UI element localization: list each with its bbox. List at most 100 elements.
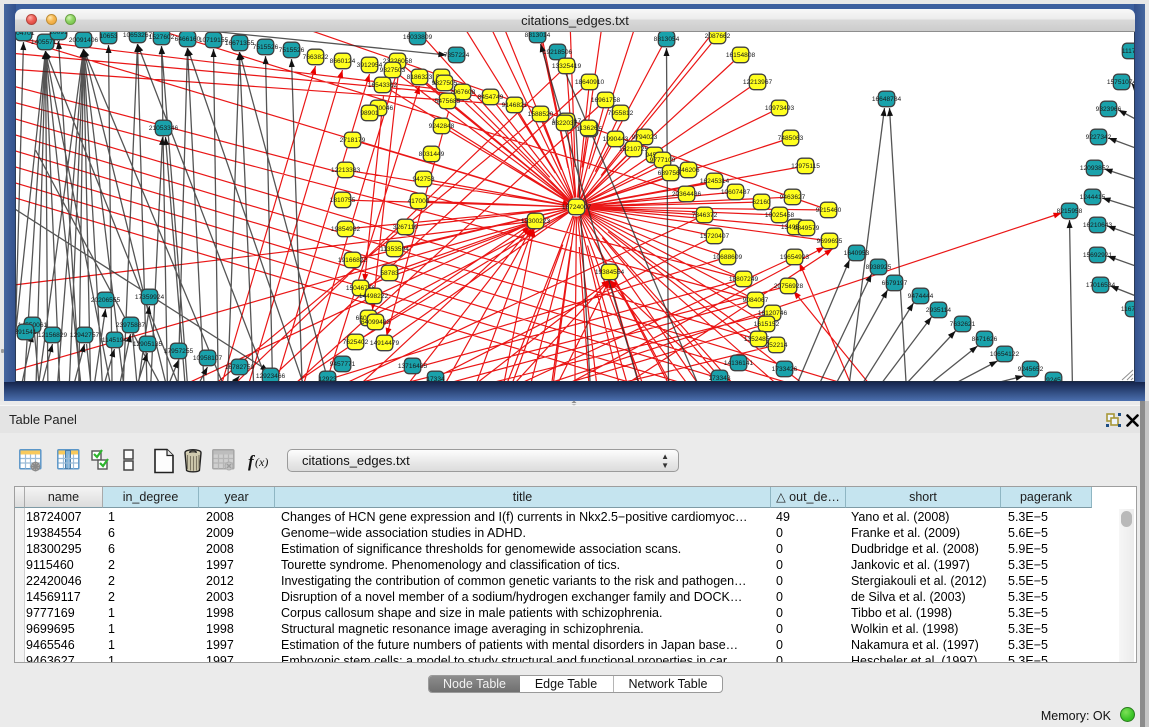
svg-text:21053346: 21053346: [149, 125, 179, 132]
svg-text:12905135: 12905135: [133, 341, 163, 348]
svg-text:173343: 173343: [708, 375, 730, 382]
svg-text:746206: 746206: [677, 167, 699, 174]
svg-text:20206555: 20206555: [91, 297, 121, 304]
svg-text:9245: 9245: [1046, 377, 1061, 382]
svg-text:11173: 11173: [1122, 48, 1135, 55]
svg-text:64099483: 64099483: [361, 319, 391, 326]
svg-text:6679197: 6679197: [882, 280, 908, 287]
svg-text:1615152: 1615152: [754, 321, 780, 328]
svg-text:8322037: 8322037: [552, 120, 578, 127]
svg-text:9794023: 9794023: [632, 134, 658, 141]
svg-text:1990443: 1990443: [603, 136, 629, 143]
svg-text:98901: 98901: [360, 110, 379, 117]
svg-text:10025458: 10025458: [765, 212, 795, 219]
svg-text:16543362: 16543362: [368, 82, 398, 89]
svg-text:(x): (x): [255, 455, 268, 469]
svg-text:9323966: 9323966: [1096, 106, 1122, 113]
svg-text:11353594: 11353594: [380, 246, 409, 253]
svg-text:19218506: 19218506: [543, 49, 573, 56]
svg-text:9699695: 9699695: [817, 238, 843, 245]
svg-text:1588520: 1588520: [528, 111, 554, 118]
svg-text:16648784: 16648784: [872, 96, 902, 103]
svg-text:19384554: 19384554: [595, 269, 625, 276]
svg-text:1810755: 1810755: [330, 197, 356, 204]
svg-text:16210643: 16210643: [1083, 222, 1113, 229]
svg-text:12156829: 12156829: [38, 332, 68, 339]
svg-text:12923466: 12923466: [256, 373, 286, 380]
svg-text:20091406: 20091406: [69, 37, 99, 44]
svg-text:2718179: 2718179: [340, 137, 366, 144]
svg-text:7346372: 7346372: [692, 212, 718, 219]
svg-text:18640910: 18640910: [575, 79, 605, 86]
svg-text:13626: 13626: [579, 125, 598, 132]
svg-text:20091: 20091: [49, 32, 68, 36]
svg-text:16245314: 16245314: [700, 178, 730, 185]
svg-text:15692921: 15692921: [1083, 252, 1113, 259]
svg-text:18807249: 18807249: [729, 276, 759, 283]
svg-text:9242848: 9242848: [429, 123, 455, 130]
svg-text:10654122: 10654122: [990, 351, 1020, 358]
svg-text:19166822: 19166822: [338, 257, 368, 264]
svg-text:1527602: 1527602: [149, 34, 175, 41]
svg-text:16033809: 16033809: [403, 34, 433, 41]
svg-text:10973493: 10973493: [765, 105, 795, 112]
svg-text:9474444: 9474444: [908, 293, 934, 300]
svg-text:391541: 391541: [16, 329, 37, 336]
svg-text:10688609: 10688609: [713, 254, 743, 261]
svg-text:18724007: 18724007: [562, 204, 592, 211]
svg-text:16671355: 16671355: [225, 40, 255, 47]
svg-text:942753: 942753: [412, 176, 434, 183]
svg-text:7357224: 7357224: [444, 52, 470, 59]
svg-text:6466160: 6466160: [175, 36, 201, 43]
svg-text:7515526: 7515526: [279, 47, 305, 54]
svg-text:1244415: 1244415: [1080, 194, 1106, 201]
svg-text:8813054: 8813054: [654, 36, 680, 43]
svg-text:7955812: 7955812: [608, 110, 634, 117]
svg-text:19854982: 19854982: [331, 226, 361, 233]
svg-text:62160: 62160: [752, 199, 771, 206]
svg-text:15300223: 15300223: [521, 218, 551, 225]
svg-text:1733426: 1733426: [772, 366, 798, 373]
svg-text:1145194: 1145194: [102, 337, 128, 344]
svg-text:12093852: 12093852: [1080, 165, 1110, 172]
svg-text:5475685: 5475685: [435, 98, 461, 105]
svg-text:9327503: 9327503: [380, 67, 406, 74]
svg-text:7625402: 7625402: [343, 339, 369, 346]
svg-text:17359924: 17359924: [135, 294, 165, 301]
svg-text:20756928: 20756928: [774, 283, 804, 290]
svg-text:16782759: 16782759: [225, 364, 255, 371]
svg-text:12213383: 12213383: [331, 167, 361, 174]
svg-text:14914479: 14914479: [370, 340, 400, 347]
svg-text:16961758: 16961758: [591, 97, 621, 104]
svg-text:8215958: 8215958: [1057, 208, 1083, 215]
svg-text:16154808: 16154808: [726, 52, 756, 59]
svg-text:17334: 17334: [426, 376, 445, 382]
svg-text:9215460: 9215460: [816, 207, 842, 214]
svg-text:17016534: 17016534: [1086, 282, 1116, 289]
svg-text:12942757: 12942757: [70, 332, 100, 339]
svg-text:14136141: 14136141: [724, 360, 754, 367]
svg-text:12213967: 12213967: [743, 79, 773, 86]
svg-text:8471626: 8471626: [972, 336, 998, 343]
svg-text:1640953: 1640953: [844, 250, 870, 257]
svg-text:8938925: 8938925: [866, 264, 892, 271]
svg-text:14498222: 14498222: [359, 293, 389, 300]
svg-text:9457771: 9457771: [330, 361, 356, 368]
svg-text:12923: 12923: [318, 376, 337, 382]
svg-text:58783: 58783: [380, 270, 399, 277]
svg-text:23975887: 23975887: [116, 322, 146, 329]
svg-text:10958107: 10958107: [193, 355, 223, 362]
svg-text:9245652: 9245652: [1018, 366, 1044, 373]
svg-text:9227342: 9227342: [1086, 134, 1112, 141]
svg-text:9327505: 9327505: [432, 80, 458, 87]
svg-text:2935114: 2935114: [926, 307, 952, 314]
svg-text:252214: 252214: [765, 342, 787, 349]
svg-text:7485063: 7485063: [778, 135, 804, 142]
svg-text:417008: 417008: [407, 198, 429, 205]
svg-text:10607487: 10607487: [721, 189, 751, 196]
svg-text:9463627: 9463627: [780, 194, 806, 201]
svg-text:15751074: 15751074: [1107, 79, 1135, 86]
svg-text:2087662: 2087662: [705, 33, 731, 40]
svg-text:15720407: 15720407: [700, 233, 730, 240]
svg-text:7632621: 7632621: [950, 321, 976, 328]
